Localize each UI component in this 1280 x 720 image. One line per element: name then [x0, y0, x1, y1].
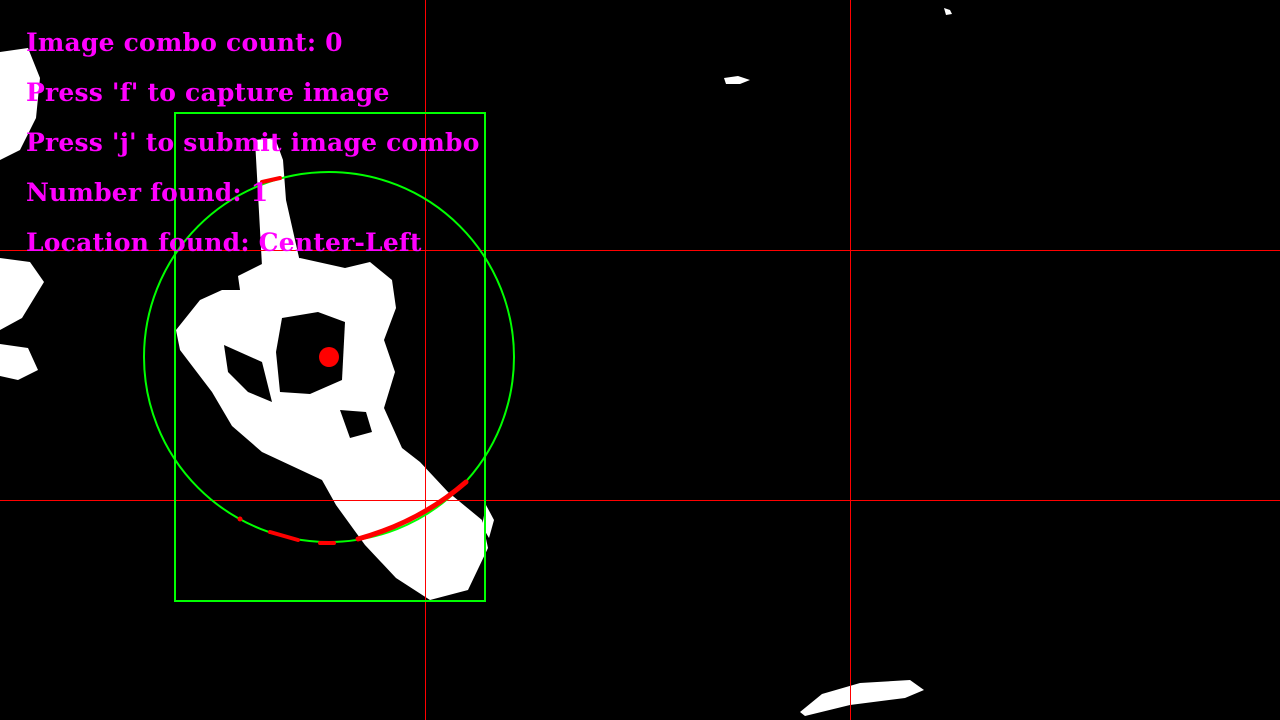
submit-hint-text: Press 'j' to submit image combo	[26, 128, 480, 157]
hand-center-marker	[319, 347, 339, 367]
location-found-text: Location found: Center-Left	[26, 228, 422, 257]
hand-mask	[0, 8, 952, 716]
capture-hint-text: Press 'f' to capture image	[26, 78, 390, 107]
hull-point-marker	[237, 516, 243, 522]
threshold-mask-canvas	[0, 0, 1280, 720]
number-found-text: Number found: 1	[26, 178, 269, 207]
camera-view: Image combo count: 0 Press 'f' to captur…	[0, 0, 1280, 720]
image-combo-count-text: Image combo count: 0	[26, 28, 343, 57]
